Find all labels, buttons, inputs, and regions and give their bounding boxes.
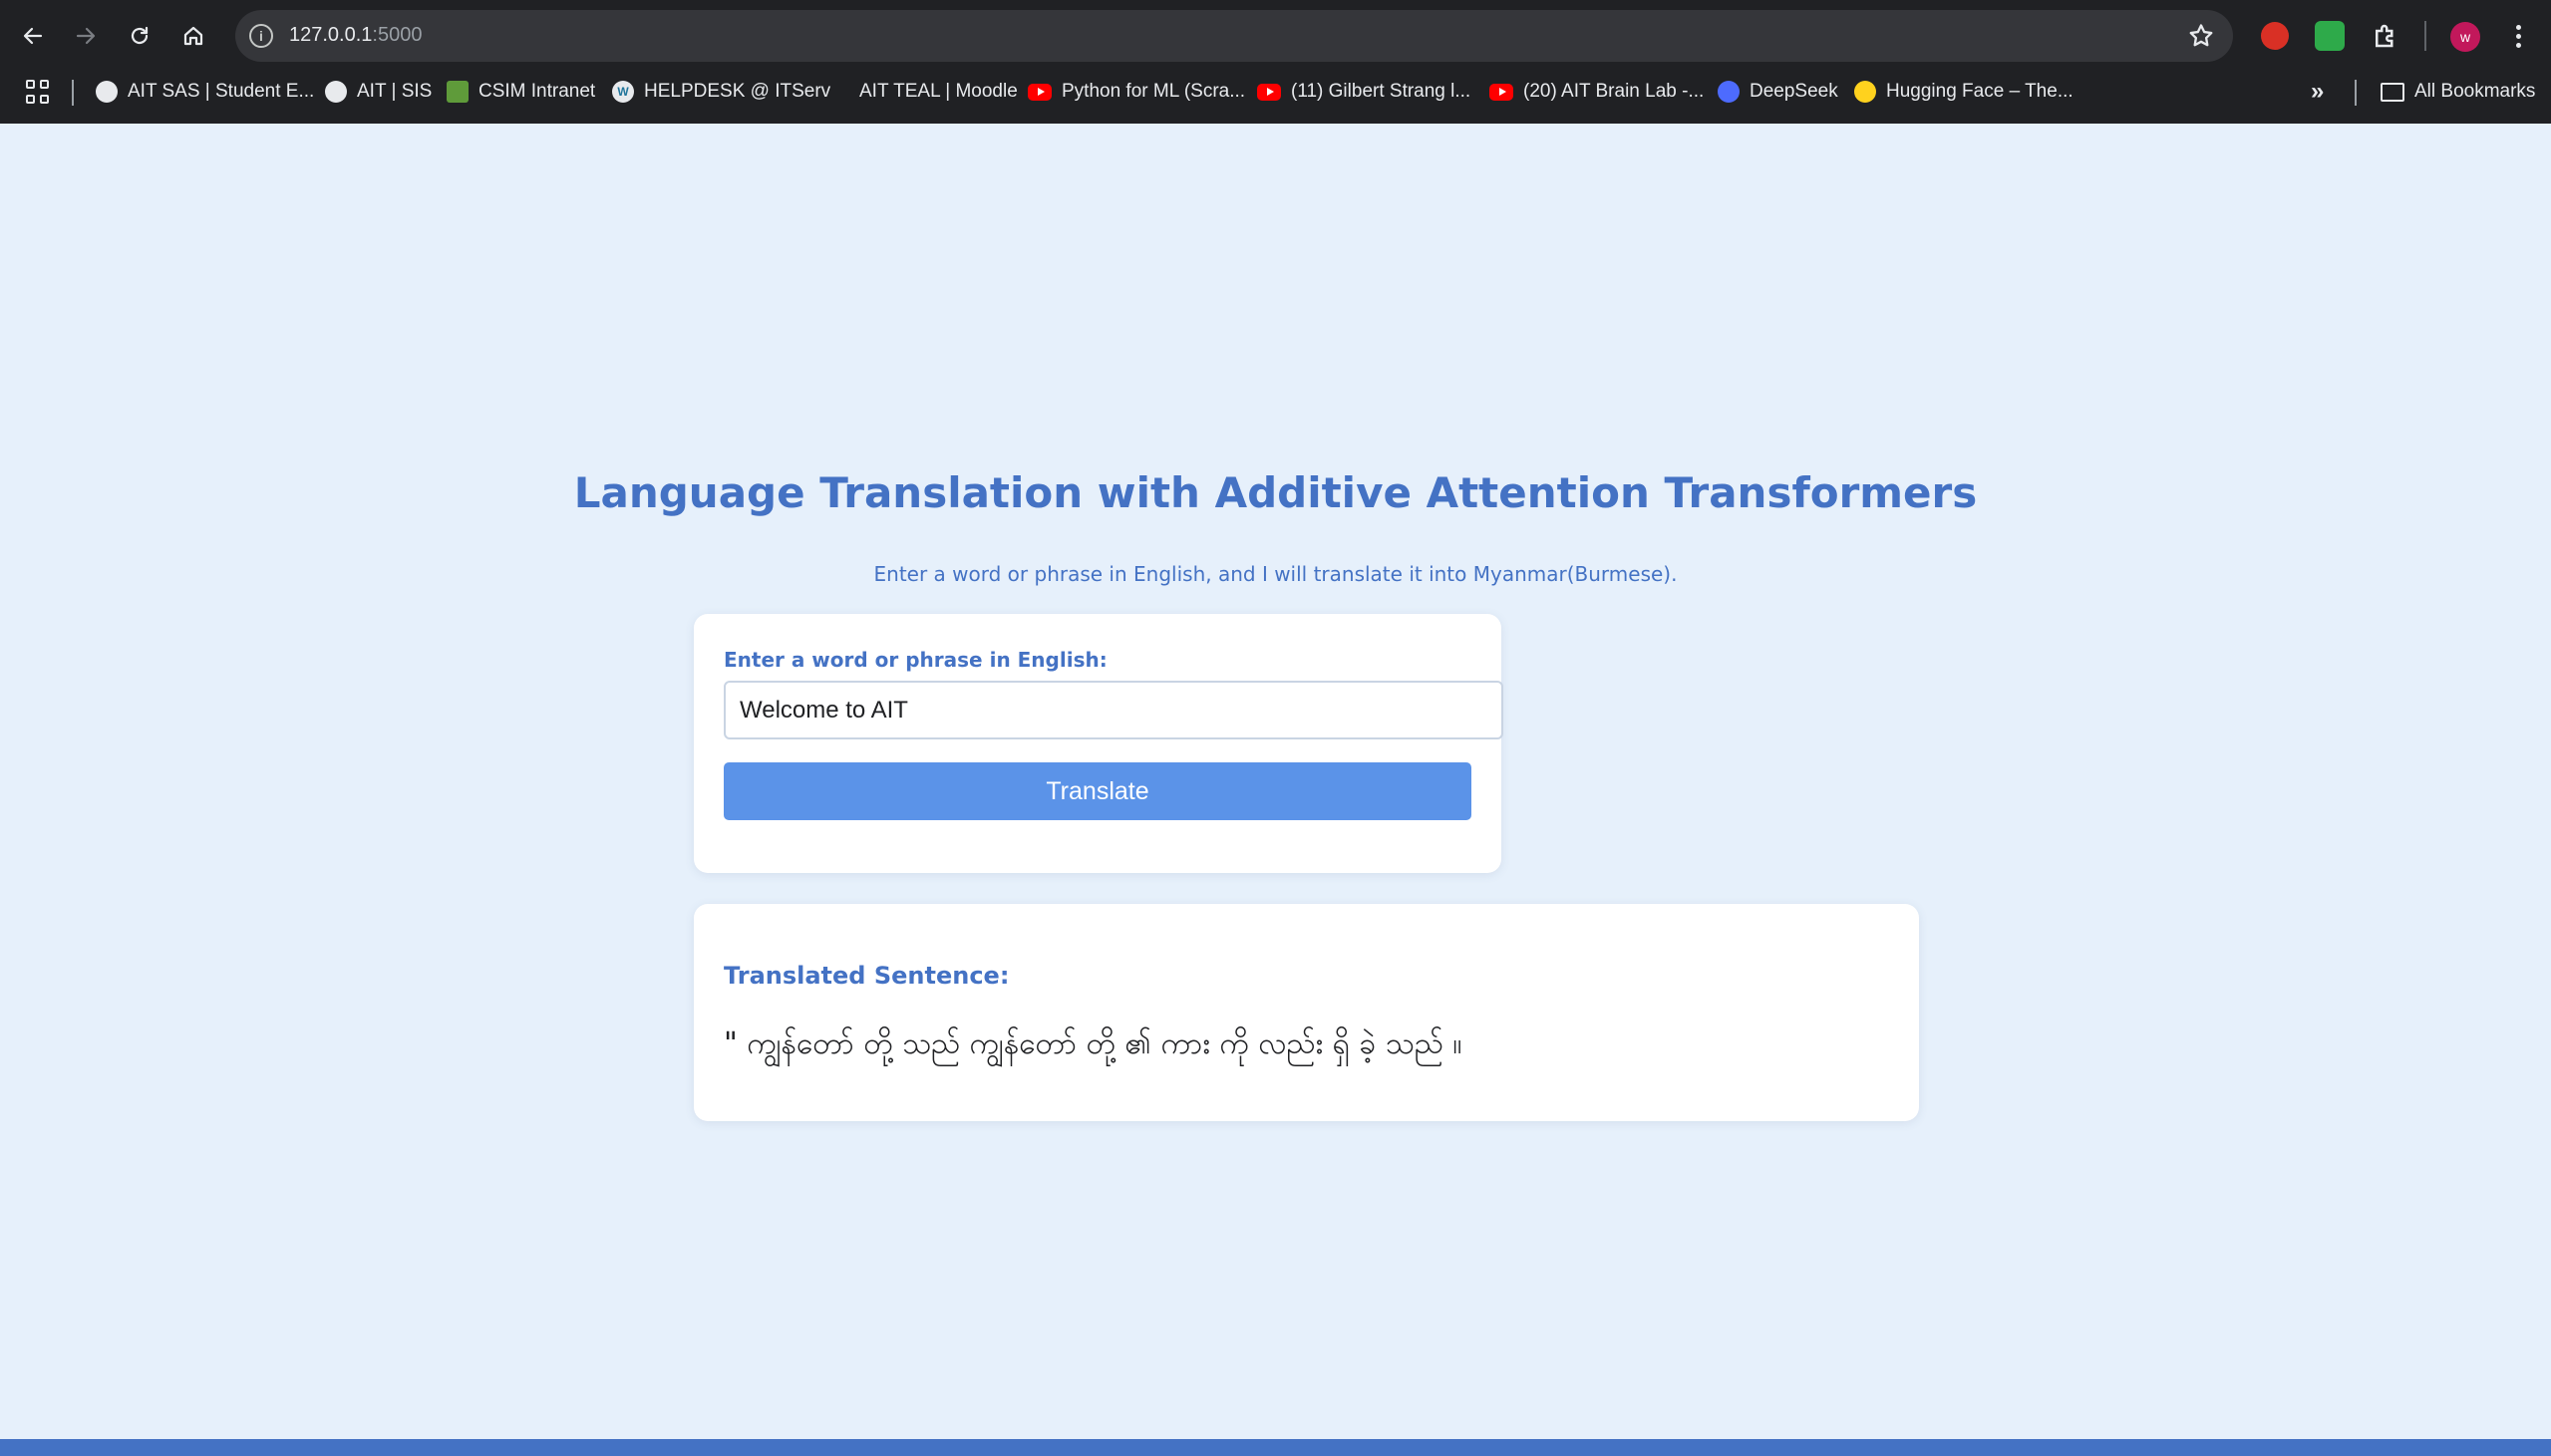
translation-result-card: Translated Sentence: " ကျွန်တော် တို့ သည… [694,904,1919,1121]
browser-toolbar: i 127.0.0.1:5000 w [0,0,2551,72]
globe-icon [96,81,118,103]
bookmark-python-for-ml[interactable]: Python for ML (Scra... [1028,76,1245,108]
bookmarks-divider [2355,80,2357,106]
page-title: Language Translation with Additive Atten… [573,468,1978,517]
bookmark-hugging-face[interactable]: Hugging Face – The... [1854,76,2073,108]
all-bookmarks-label: All Bookmarks [2414,81,2536,102]
reload-icon[interactable] [122,18,158,54]
forward-arrow-icon[interactable] [68,18,104,54]
bookmark-label: (20) AIT Brain Lab -... [1523,81,1705,102]
translated-sentence: " ကျွန်တော် တို့ သည် ကျွန်တော် တို့ ၏ ကာ… [724,1026,1462,1061]
bookmark-ait-teal-moodle[interactable]: AIT TEAL | Moodle [859,76,1018,108]
browser-chrome: i 127.0.0.1:5000 w AIT SAS | Student E..… [0,0,2551,124]
translation-form-card: Enter a word or phrase in English: Trans… [694,614,1503,873]
wordpress-icon: W [612,81,634,103]
all-bookmarks-folder[interactable]: All Bookmarks [2381,76,2535,108]
bookmark-helpdesk[interactable]: W HELPDESK @ ITServ [612,76,830,108]
bookmark-label: (11) Gilbert Strang l... [1291,81,1471,102]
bookmark-label: DeepSeek [1750,81,1838,102]
more-bookmarks-chevron-icon[interactable]: » [2311,78,2324,106]
extensions-puzzle-icon[interactable] [2371,21,2400,51]
bookmark-gilbert-strang[interactable]: (11) Gilbert Strang l... [1257,76,1470,108]
toolbar-divider [2424,21,2426,51]
bookmark-ait-brain-lab[interactable]: (20) AIT Brain Lab -... [1489,76,1704,108]
extension-line-icon[interactable] [2315,21,2345,51]
home-icon[interactable] [175,18,211,54]
bookmark-label: CSIM Intranet [478,81,596,102]
youtube-icon [1257,83,1281,101]
page-subtitle: Enter a word or phrase in English, and I… [873,562,1678,586]
result-heading: Translated Sentence: [724,962,1010,990]
youtube-icon [1028,83,1052,101]
bookmark-label: AIT TEAL | Moodle [859,81,1018,102]
globe-icon [325,81,347,103]
apps-grid-icon[interactable] [26,80,50,104]
bookmark-csim-intranet[interactable]: CSIM Intranet [447,76,595,108]
address-bar[interactable]: i 127.0.0.1:5000 [235,10,2233,62]
profile-avatar[interactable]: w [2450,22,2480,52]
deepseek-icon [1718,81,1740,103]
bookmark-star-icon[interactable] [2187,22,2215,50]
bookmark-label: Python for ML (Scra... [1062,81,1246,102]
bookmarks-divider [72,80,74,106]
bookmark-deepseek[interactable]: DeepSeek [1718,76,1838,108]
address-url[interactable]: 127.0.0.1:5000 [289,24,422,47]
bookmark-label: AIT | SIS [357,81,433,102]
extension-red-icon[interactable] [2261,22,2289,50]
csim-icon [447,81,469,103]
bookmark-ait-sis[interactable]: AIT | SIS [325,76,432,108]
huggingface-icon [1854,81,1876,103]
bookmark-label: AIT SAS | Student E... [128,81,315,102]
site-info-icon[interactable]: i [249,24,273,48]
bookmark-label: HELPDESK @ ITServ [644,81,831,102]
bookmark-label: Hugging Face – The... [1886,81,2073,102]
bookmark-ait-sas[interactable]: AIT SAS | Student E... [96,76,314,108]
folder-icon [2381,82,2404,102]
youtube-icon [1489,83,1513,101]
page-footer-bar [0,1439,2551,1456]
english-phrase-input[interactable] [724,681,1503,739]
browser-menu-icon[interactable] [2506,18,2530,54]
input-label: Enter a word or phrase in English: [724,648,1108,672]
translate-button[interactable]: Translate [724,762,1471,820]
back-arrow-icon[interactable] [15,18,51,54]
